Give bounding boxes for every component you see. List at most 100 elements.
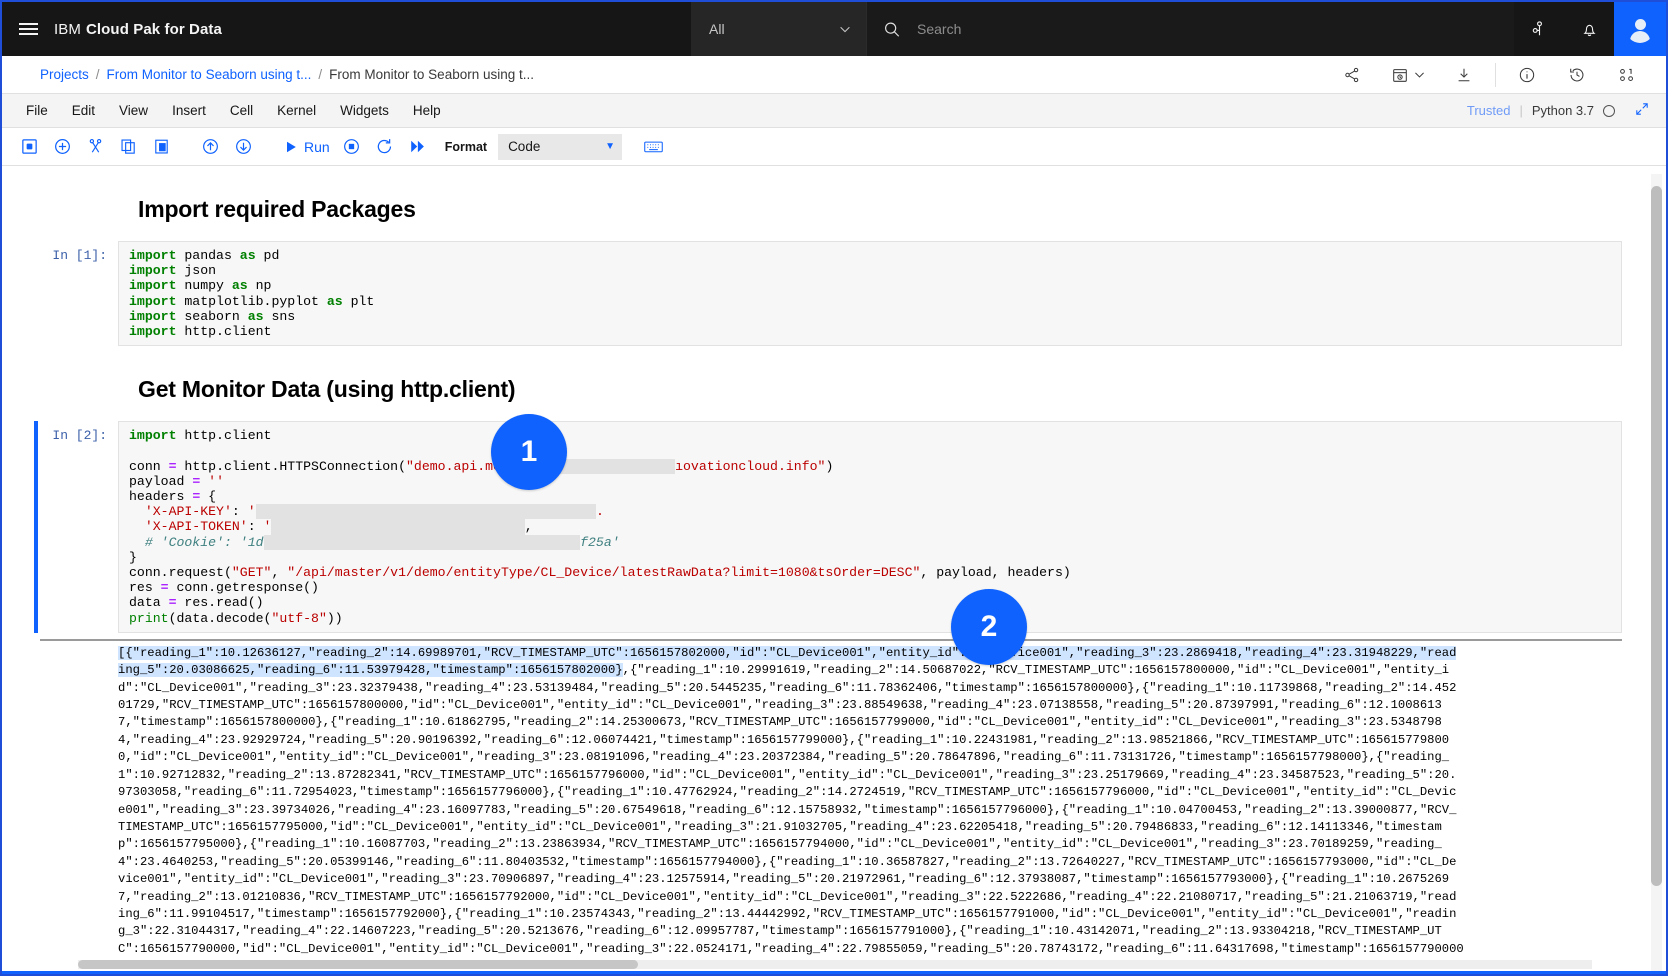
output-line: 7,"reading_2":13.01210836,"RCV_TIMESTAMP…	[118, 889, 1457, 904]
move-cell-up-button[interactable]	[195, 133, 226, 161]
expand-icon[interactable]	[1624, 101, 1650, 120]
redacted-text	[263, 534, 581, 550]
breadcrumb-item-project[interactable]: From Monitor to Seaborn using t...	[107, 67, 312, 82]
menu-view[interactable]: View	[107, 99, 160, 122]
save-version-button[interactable]	[1377, 56, 1439, 94]
insert-cell-button[interactable]	[47, 133, 78, 161]
code-token: np	[247, 278, 272, 294]
restart-run-all-button[interactable]	[402, 133, 433, 161]
redacted-text	[556, 458, 676, 474]
section-heading-import: Import required Packages	[138, 196, 416, 222]
code-line: data = res.read()	[129, 595, 1611, 610]
section-heading-monitor: Get Monitor Data (using http.client)	[138, 376, 516, 403]
keyboard-shortcuts-button[interactable]	[638, 133, 669, 161]
copy-button[interactable]	[113, 133, 144, 161]
code-token: ''	[208, 473, 224, 489]
menu-insert[interactable]: Insert	[160, 99, 218, 122]
environments-button[interactable]	[1602, 56, 1652, 94]
cell-2-output[interactable]: [{"reading_1":10.12636127,"reading_2":14…	[40, 638, 1622, 969]
notification-bell-icon	[1582, 24, 1596, 36]
output-line: TIMESTAMP_UTC":1656157795000,"id":"CL_De…	[118, 819, 1442, 834]
trusted-badge[interactable]: Trusted	[1467, 103, 1511, 118]
breadcrumb-item-projects[interactable]: Projects	[40, 67, 89, 82]
code-token: matplotlib.pyplot	[176, 293, 327, 309]
move-down-icon	[236, 139, 251, 154]
menu-widgets[interactable]: Widgets	[328, 99, 401, 122]
menu-help[interactable]: Help	[401, 99, 453, 122]
code-token: http.client	[176, 324, 272, 340]
cell-2-code-editor[interactable]: import http.client conn = http.client.HT…	[118, 421, 1622, 633]
code-line: 'X-API-KEY': ' .	[129, 504, 1611, 520]
brand-title[interactable]: IBM Cloud Pak for Data	[54, 2, 238, 56]
notebook-vertical-scrollbar[interactable]	[1651, 174, 1662, 974]
code-token: pd	[255, 248, 280, 263]
notebook-vscroll-thumb[interactable]	[1651, 186, 1662, 886]
code-token: ıovationcloud.info"	[675, 458, 826, 474]
code-token: res	[129, 580, 161, 596]
share-button[interactable]	[1327, 56, 1377, 94]
menu-file[interactable]: File	[14, 99, 60, 122]
code-line: import seaborn as sns	[129, 309, 1611, 324]
history-icon	[1570, 68, 1584, 81]
menu-edit[interactable]: Edit	[60, 99, 107, 122]
code-token: ,	[271, 565, 288, 581]
notebook-cell-2[interactable]: In [2]: import http.client conn = http.c…	[34, 421, 1622, 633]
output-line: 97303058,"reading_6":11.72954023,"timest…	[118, 785, 1457, 800]
notebook-body[interactable]: Import required Packages In [1]: import …	[2, 166, 1666, 974]
output-hscroll-thumb[interactable]	[78, 959, 638, 969]
cell-2-prompt: In [2]:	[52, 428, 107, 444]
menu-cell[interactable]: Cell	[218, 99, 265, 122]
copy-icon	[121, 139, 135, 154]
code-token: res.read()	[176, 595, 264, 611]
cell-format-select[interactable]: Code ▼	[498, 133, 623, 160]
chevron-down-icon	[840, 26, 850, 33]
code-token: numpy	[176, 278, 232, 294]
hamburger-menu-icon[interactable]	[2, 2, 54, 56]
avatar[interactable]	[1614, 2, 1666, 56]
share-icon	[1345, 67, 1359, 82]
cut-button[interactable]	[80, 133, 111, 161]
history-button[interactable]	[1552, 56, 1602, 94]
move-up-icon	[203, 139, 218, 154]
hamburger-bars	[18, 19, 38, 38]
code-token: import	[129, 308, 177, 324]
format-label: Format	[444, 139, 488, 154]
restart-kernel-button[interactable]	[369, 133, 400, 161]
code-token: :	[247, 519, 264, 535]
code-token: import	[129, 293, 177, 309]
info-button[interactable]	[1502, 56, 1552, 94]
kernel-name: Python 3.7	[1531, 103, 1594, 118]
save-button[interactable]	[14, 133, 45, 161]
stop-button[interactable]	[336, 133, 367, 161]
code-token: f25a'	[580, 534, 620, 550]
notifications-button[interactable]	[1564, 2, 1614, 56]
output-horizontal-scrollbar[interactable]	[78, 959, 1592, 969]
output-line: vice001","entity_id":"CL_Device001","rea…	[118, 872, 1450, 887]
info-icon	[1519, 67, 1535, 82]
search-input[interactable]	[915, 20, 1498, 38]
download-button[interactable]	[1439, 56, 1489, 94]
run-button[interactable]: Run	[277, 139, 334, 155]
app-switcher-icon[interactable]	[1514, 2, 1564, 56]
code-token: 'X-API-TOKEN'	[129, 519, 248, 535]
search-icon	[885, 22, 900, 37]
paste-button[interactable]	[146, 133, 177, 161]
code-token: conn.getresponse()	[168, 580, 319, 596]
output-line: g_3":22.31044317,"reading_4":22.14607223…	[118, 924, 1442, 939]
move-cell-down-button[interactable]	[228, 133, 259, 161]
code-line: conn = http.client.HTTPSConnection("demo…	[129, 458, 1611, 474]
keyboard-icon	[644, 141, 663, 153]
breadcrumb-separator-2: /	[318, 67, 323, 82]
code-token: # 'Cookie': '1d	[129, 534, 264, 550]
notebook-cell-1[interactable]: In [1]: import pandas as pd import json im…	[40, 241, 1622, 347]
code-token: :	[231, 504, 248, 520]
global-search[interactable]	[866, 2, 1514, 56]
search-scope-select[interactable]: All	[691, 2, 866, 56]
redacted-text	[255, 504, 596, 520]
menu-kernel[interactable]: Kernel	[265, 99, 328, 122]
code-line: import numpy as np	[129, 278, 1611, 293]
cell-2-output-wrapper: [{"reading_1":10.12636127,"reading_2":14…	[40, 638, 1622, 969]
code-line: import json	[129, 263, 1611, 278]
code-token: )	[825, 458, 834, 474]
cell-1-code-editor[interactable]: import pandas as pd import json import num…	[118, 241, 1622, 347]
